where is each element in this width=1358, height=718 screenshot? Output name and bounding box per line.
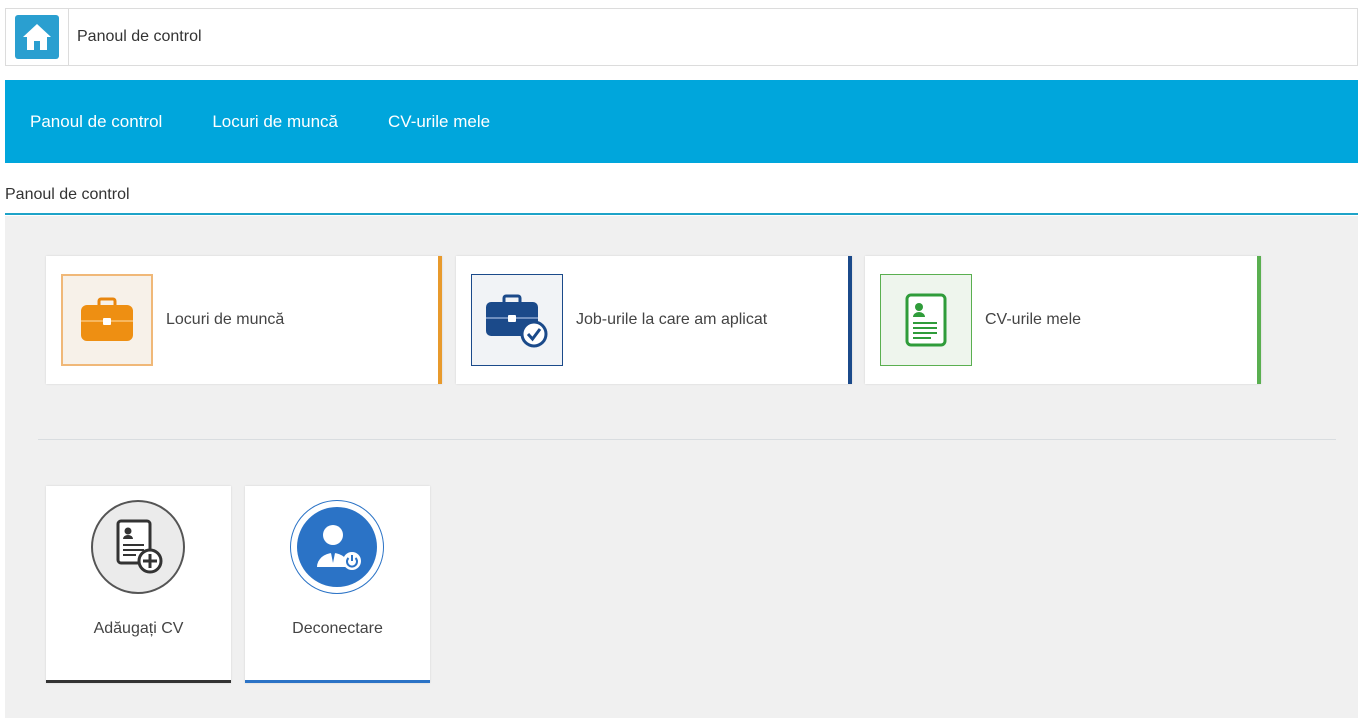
home-icon bbox=[23, 24, 51, 50]
logout-circle bbox=[290, 500, 384, 594]
nav-item-dashboard[interactable]: Panoul de control bbox=[30, 112, 162, 132]
card-cvs-icon-box bbox=[880, 274, 972, 366]
card-my-cvs[interactable]: CV-urile mele bbox=[865, 256, 1261, 384]
card-jobs-icon-box bbox=[61, 274, 153, 366]
card-cvs-label: CV-urile mele bbox=[985, 311, 1082, 328]
tile-logout[interactable]: Deconectare bbox=[245, 486, 430, 683]
card-applied-jobs[interactable]: Job-urile la care am aplicat bbox=[456, 256, 852, 384]
card-applied-icon-box bbox=[471, 274, 563, 366]
topbar-separator bbox=[68, 8, 69, 66]
cv-document-icon bbox=[905, 293, 947, 347]
breadcrumb: Panoul de control bbox=[5, 186, 130, 203]
dashboard-content: Locuri de muncă Job-urile la care am apl… bbox=[5, 216, 1358, 718]
nav-item-jobs[interactable]: Locuri de muncă bbox=[212, 112, 338, 132]
section-divider bbox=[38, 439, 1336, 440]
add-cv-icon bbox=[116, 519, 163, 574]
logout-user-icon bbox=[297, 507, 377, 587]
top-bar: Panoul de control bbox=[5, 8, 1358, 66]
briefcase-icon bbox=[81, 297, 133, 341]
nav-item-my-cvs[interactable]: CV-urile mele bbox=[388, 112, 490, 132]
card-jobs-label: Locuri de muncă bbox=[166, 311, 285, 328]
briefcase-check-icon bbox=[486, 294, 548, 348]
main-navigation: Panoul de control Locuri de muncă CV-uri… bbox=[5, 80, 1358, 163]
tile-add-cv[interactable]: Adăugați CV bbox=[46, 486, 231, 683]
breadcrumb-underline bbox=[5, 213, 1358, 215]
tile-add-cv-label: Adăugați CV bbox=[93, 620, 184, 637]
tile-logout-label: Deconectare bbox=[292, 620, 383, 637]
card-applied-label: Job-urile la care am aplicat bbox=[576, 311, 768, 328]
add-cv-circle bbox=[91, 500, 185, 594]
home-button[interactable] bbox=[15, 15, 59, 59]
card-jobs[interactable]: Locuri de muncă bbox=[46, 256, 442, 384]
page-title: Panoul de control bbox=[77, 28, 202, 45]
